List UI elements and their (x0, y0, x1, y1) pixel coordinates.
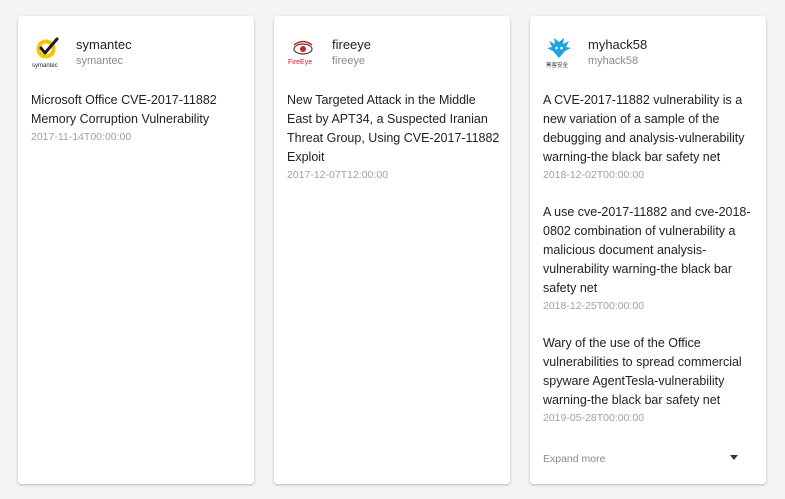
chevron-down-icon[interactable] (730, 455, 738, 460)
entry-title[interactable]: A use cve-2017-11882 and cve-2018-0802 c… (543, 203, 756, 298)
entry-title[interactable]: A CVE-2017-11882 vulnerability is a new … (543, 91, 756, 167)
entry-title[interactable]: New Targeted Attack in the Middle East b… (287, 91, 500, 167)
entry-date: 2017-11-14T00:00:00 (31, 131, 132, 143)
list-item[interactable]: Microsoft Office CVE-2017-11882 Memory C… (31, 91, 244, 144)
entry-list: A CVE-2017-11882 vulnerability is a new … (543, 91, 756, 446)
vendor-name: myhack58 (588, 37, 648, 52)
list-item[interactable]: A CVE-2017-11882 vulnerability is a new … (543, 91, 756, 182)
entry-list: Microsoft Office CVE-2017-11882 Memory C… (31, 91, 244, 165)
list-item[interactable]: New Targeted Attack in the Middle East b… (287, 91, 500, 182)
card-header: 黑客安全 myhack58 myhack58 (544, 36, 754, 72)
entry-title[interactable]: Microsoft Office CVE-2017-11882 Memory C… (31, 91, 244, 129)
svg-text:黑客安全: 黑客安全 (546, 61, 569, 69)
vendor-name: fireeye (332, 37, 372, 52)
expand-more-label: Expand more (543, 453, 606, 465)
entry-date: 2019-05-28T00:00:00 (543, 412, 644, 424)
entry-date: 2018-12-02T00:00:00 (543, 169, 644, 181)
vendor-card-fireeye: FireEye fireeye fireeye New Targeted Att… (274, 16, 510, 484)
vendor-name: symantec (76, 37, 132, 52)
myhack58-logo: 黑客安全 (544, 36, 574, 70)
entry-date: 2018-12-25T00:00:00 (543, 300, 644, 312)
vendor-card-symantec: symantec symantec symantec Microsoft Off… (18, 16, 254, 484)
vendor-subtitle: symantec (76, 55, 124, 67)
vendor-subtitle: myhack58 (588, 55, 639, 67)
entry-date: 2017-12-07T12:00:00 (287, 169, 388, 181)
expand-more-button[interactable]: Expand more (543, 450, 738, 470)
symantec-logo: symantec (32, 36, 62, 70)
vendor-subtitle: fireeye (332, 55, 366, 67)
card-header: FireEye fireeye fireeye (288, 36, 498, 72)
svg-text:FireEye: FireEye (288, 59, 312, 66)
list-item[interactable]: Wary of the use of the Office vulnerabil… (543, 334, 756, 425)
card-header: symantec symantec symantec (32, 36, 242, 72)
entry-title[interactable]: Wary of the use of the Office vulnerabil… (543, 334, 756, 410)
list-item[interactable]: A use cve-2017-11882 and cve-2018-0802 c… (543, 203, 756, 313)
fireeye-logo: FireEye (288, 36, 318, 70)
entry-list: New Targeted Attack in the Middle East b… (287, 91, 500, 203)
svg-text:symantec: symantec (32, 63, 58, 69)
vendor-card-myhack58: 黑客安全 myhack58 myhack58 A CVE-2017-11882 … (530, 16, 766, 484)
